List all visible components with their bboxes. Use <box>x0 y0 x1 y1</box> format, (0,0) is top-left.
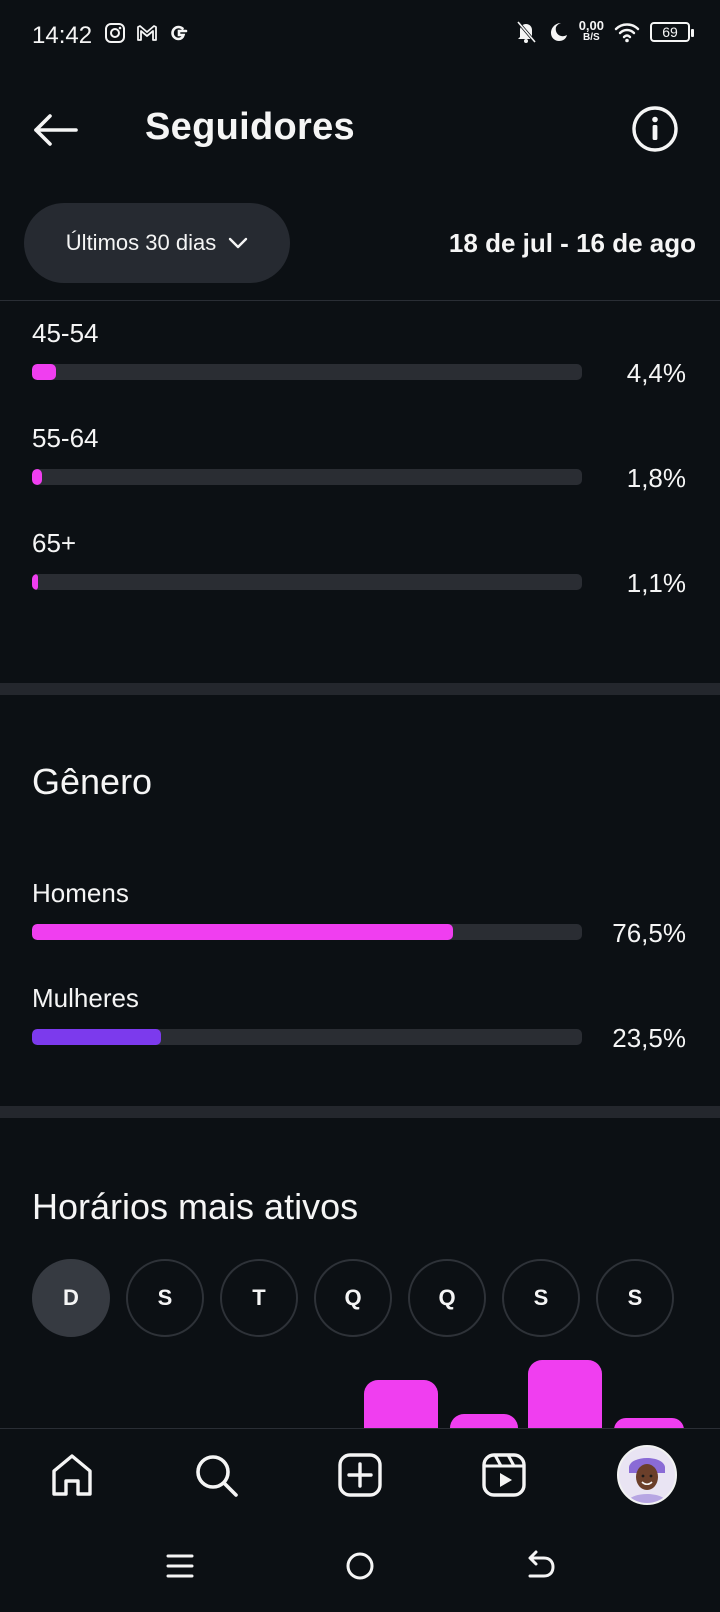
gender-label: Homens <box>32 878 129 908</box>
age-label: 65+ <box>32 528 77 558</box>
bar-track <box>32 364 582 380</box>
net-speed: 0,00 B/S <box>578 18 604 43</box>
day-button-wednesday[interactable]: Q <box>314 1259 392 1337</box>
period-label: Últimos 30 dias <box>65 230 217 255</box>
profile-avatar-icon <box>619 1447 675 1503</box>
gender-value: 76,5% <box>612 918 686 948</box>
system-nav-bar <box>0 1520 720 1612</box>
bell-muted-icon <box>516 21 536 43</box>
gender-section-title: Gênero <box>32 761 153 802</box>
gender-value: 23,5% <box>612 1023 686 1053</box>
status-time: 14:42 <box>32 22 93 49</box>
period-dropdown[interactable]: Últimos 30 dias <box>24 203 290 283</box>
gmail-icon <box>137 25 157 41</box>
bar-track <box>32 924 582 940</box>
info-icon <box>632 106 678 152</box>
hour-bar <box>528 1360 602 1430</box>
active-hours-title: Horários mais ativos <box>32 1186 359 1227</box>
reels-icon <box>482 1453 526 1497</box>
nav-search-button[interactable] <box>190 1449 242 1501</box>
day-button-monday[interactable]: S <box>126 1259 204 1337</box>
info-button[interactable] <box>630 104 680 154</box>
status-indicators: 0,00 B/S 69 <box>515 18 694 44</box>
age-label: 45-54 <box>32 318 99 348</box>
bar-track <box>32 1029 582 1045</box>
app-header: Seguidores <box>0 90 720 170</box>
home-icon <box>52 1454 92 1496</box>
status-bar: 14:42 0,00 B/S 69 <box>0 0 720 72</box>
age-row: 65+ 1,1% <box>32 528 690 598</box>
bar-fill <box>32 1029 162 1045</box>
instagram-icon <box>105 23 125 43</box>
day-button-thursday[interactable]: Q <box>408 1259 486 1337</box>
day-selector: D S T Q Q S S <box>32 1259 674 1337</box>
recent-apps-icon[interactable] <box>162 1548 198 1584</box>
age-value: 1,1% <box>626 568 686 598</box>
day-button-tuesday[interactable]: T <box>220 1259 298 1337</box>
gender-row: Homens 76,5% <box>32 878 690 948</box>
bottom-nav <box>0 1428 720 1521</box>
moon-icon <box>550 23 567 41</box>
age-label: 55-64 <box>32 423 99 453</box>
google-icon <box>171 25 188 41</box>
day-button-saturday[interactable]: S <box>596 1259 674 1337</box>
bar-track <box>32 574 582 590</box>
nav-home-button[interactable] <box>46 1449 98 1501</box>
bar-fill <box>32 574 39 590</box>
divider <box>0 300 720 301</box>
hour-bar <box>364 1380 438 1430</box>
nav-reels-button[interactable] <box>478 1449 530 1501</box>
bar-track <box>32 469 582 485</box>
page-title: Seguidores <box>145 106 355 148</box>
age-row: 55-64 1,8% <box>32 423 690 493</box>
day-button-friday[interactable]: S <box>502 1259 580 1337</box>
bar-fill <box>32 924 453 940</box>
section-divider <box>0 1106 720 1118</box>
nav-profile-avatar[interactable] <box>617 1445 677 1505</box>
arrow-left-icon <box>34 114 78 146</box>
bar-fill <box>32 469 42 485</box>
search-icon <box>196 1455 238 1497</box>
nav-create-button[interactable] <box>334 1449 386 1501</box>
battery-indicator: 69 <box>650 22 694 42</box>
age-value: 4,4% <box>626 358 686 388</box>
day-button-sunday[interactable]: D <box>32 1259 110 1337</box>
gender-row: Mulheres 23,5% <box>32 983 690 1053</box>
plus-square-icon <box>338 1453 382 1497</box>
age-value: 1,8% <box>626 463 686 493</box>
date-range: 18 de jul - 16 de ago <box>448 228 696 258</box>
status-app-icons <box>104 22 190 44</box>
section-divider <box>0 683 720 695</box>
home-circle-icon[interactable] <box>342 1548 378 1584</box>
bar-fill <box>32 364 57 380</box>
active-hours-chart <box>0 1340 720 1430</box>
back-button[interactable] <box>30 104 82 156</box>
age-row: 45-54 4,4% <box>32 318 690 388</box>
gender-label: Mulheres <box>32 983 139 1013</box>
back-nav-icon[interactable] <box>522 1548 558 1584</box>
wifi-icon <box>614 23 640 43</box>
chevron-down-icon <box>228 237 248 249</box>
